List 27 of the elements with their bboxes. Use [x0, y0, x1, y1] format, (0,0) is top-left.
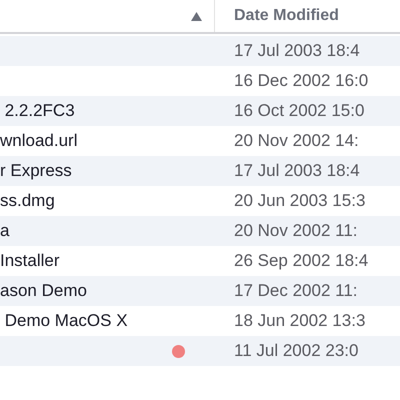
file-name: ason Demo: [0, 280, 87, 302]
column-header[interactable]: Date Modified: [215, 0, 400, 32]
file-name: Installer: [0, 250, 60, 272]
date-modified: 16 Dec 2002 16:0: [233, 70, 370, 92]
table-row[interactable]: r Express 17 Jul 2003 18:4: [0, 156, 400, 186]
table-row[interactable]: 11 Jul 2002 23:0: [0, 336, 400, 366]
table-row[interactable]: a 20 Nov 2002 11:: [0, 216, 400, 246]
sort-ascending-icon: [191, 12, 202, 20]
date-modified: 11 Jul 2002 23:0: [233, 340, 360, 362]
date-modified: 26 Sep 2002 18:4: [233, 250, 370, 272]
file-name: r Express: [0, 160, 72, 182]
table-row[interactable]: 2.2.2FC3 16 Oct 2002 15:0: [0, 96, 400, 126]
date-modified: 20 Nov 2002 14:: [233, 130, 360, 152]
file-name: ss.dmg: [0, 190, 55, 212]
file-name: 2.2.2FC3: [4, 100, 75, 122]
date-modified: 16 Oct 2002 15:0: [233, 100, 366, 122]
table-row[interactable]: ason Demo 17 Dec 2002 11:: [0, 276, 400, 306]
date-modified: 17 Dec 2002 11:: [233, 280, 358, 302]
date-modified: 17 Jul 2003 18:4: [233, 160, 361, 182]
date-modified: 17 Jul 2003 18:4: [233, 40, 361, 62]
file-name: wnload.url: [0, 130, 78, 152]
file-name: a: [0, 220, 10, 242]
date-modified: 20 Jun 2003 15:3: [233, 190, 366, 212]
table-row[interactable]: 17 Jul 2003 18:4: [0, 36, 400, 66]
file-name: Demo MacOS X: [4, 310, 128, 332]
date-modified: 18 Jun 2002 13:3: [233, 310, 366, 332]
date-modified: 20 Nov 2002 11:: [233, 220, 358, 242]
